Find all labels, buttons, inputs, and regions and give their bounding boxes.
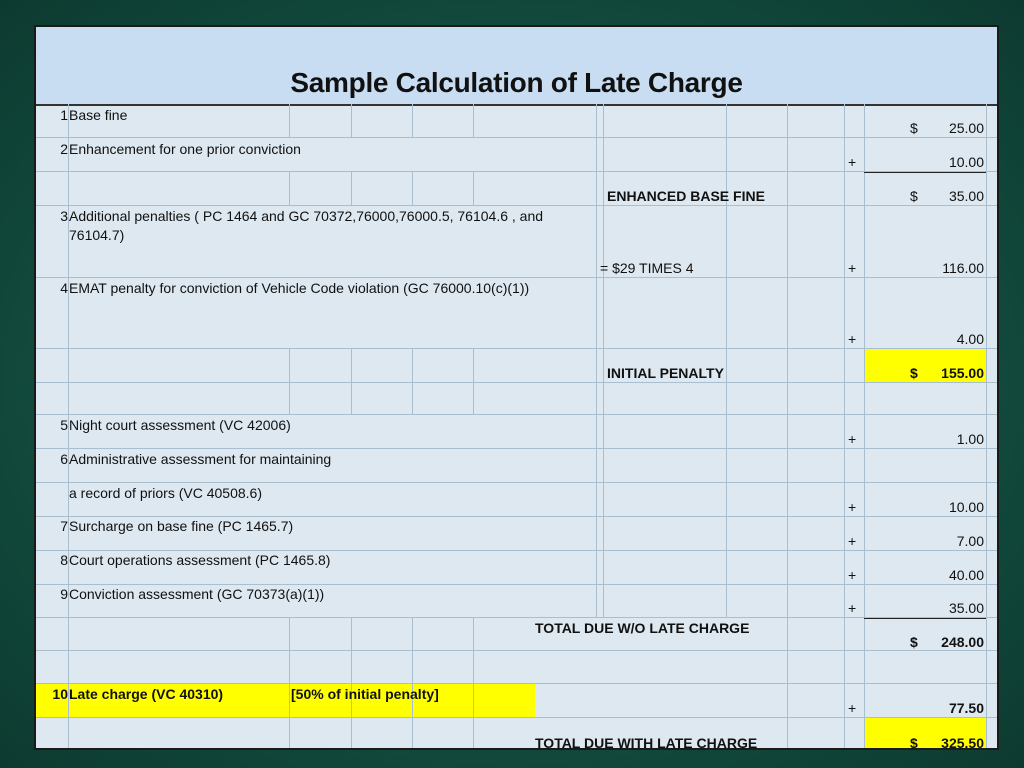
plus-sign: + bbox=[848, 499, 857, 515]
amount-emat: 4.00 bbox=[956, 331, 984, 347]
subtotal-underline bbox=[864, 618, 986, 619]
amount-conviction: 35.00 bbox=[948, 600, 984, 616]
grid-line bbox=[36, 482, 997, 483]
slide: Sample Calculation of Late Charge 1 Base bbox=[34, 25, 999, 750]
amount-initial-penalty: 155.00 bbox=[941, 365, 984, 381]
grid-line bbox=[289, 348, 290, 414]
row-number: 2 bbox=[60, 141, 68, 157]
grid-line bbox=[36, 550, 997, 551]
initial-penalty-label: INITIAL PENALTY bbox=[607, 365, 724, 381]
row-number: 9 bbox=[60, 586, 68, 602]
grid-line bbox=[412, 171, 413, 205]
amount-total-wo-late: 248.00 bbox=[941, 634, 984, 650]
enhanced-base-fine-label: ENHANCED BASE FINE bbox=[607, 188, 765, 204]
amount-surcharge: 7.00 bbox=[956, 533, 984, 549]
plus-sign: + bbox=[848, 431, 857, 447]
amount-additional-penalties: 116.00 bbox=[942, 260, 984, 276]
grid-line bbox=[36, 617, 997, 618]
plus-sign: + bbox=[848, 533, 857, 549]
grid-line bbox=[473, 171, 474, 205]
total-with-late-label: TOTAL DUE WITH LATE CHARGE bbox=[535, 735, 758, 750]
grid-line bbox=[36, 277, 997, 278]
grid-line bbox=[351, 617, 352, 748]
amount-enhancement: 10.00 bbox=[948, 154, 984, 170]
row-label: Conviction assessment (GC 70373(a)(1)) bbox=[69, 586, 325, 602]
grid-line bbox=[36, 414, 997, 415]
plus-sign: + bbox=[848, 600, 857, 616]
row-label: Night court assessment (VC 42006) bbox=[69, 417, 291, 433]
row-label: Court operations assessment (PC 1465.8) bbox=[69, 552, 331, 568]
grid-line bbox=[473, 617, 474, 748]
grid-line bbox=[36, 137, 997, 138]
grid-line bbox=[351, 171, 352, 205]
grid-line bbox=[473, 104, 474, 138]
amount-admin-assessment: 10.00 bbox=[948, 499, 984, 515]
grid-line bbox=[36, 683, 997, 684]
grid-line bbox=[412, 104, 413, 138]
grid-line bbox=[986, 104, 987, 748]
row-label: Administrative assessment for maintainin… bbox=[69, 451, 332, 467]
row-label: Enhancement for one prior conviction bbox=[69, 141, 301, 157]
row-number: 4 bbox=[60, 280, 68, 296]
grid-line bbox=[36, 171, 997, 172]
row-number: 5 bbox=[60, 417, 68, 433]
plus-sign: + bbox=[848, 567, 857, 583]
grid-line bbox=[36, 516, 997, 517]
grid-line bbox=[412, 348, 413, 414]
grid-line bbox=[603, 104, 604, 617]
amount-total-with-late: 325.50 bbox=[941, 735, 984, 750]
row-label: Base fine bbox=[69, 107, 128, 123]
plus-sign: + bbox=[848, 700, 857, 716]
grid-line bbox=[36, 650, 997, 651]
row-label: Surcharge on base fine (PC 1465.7) bbox=[69, 518, 294, 534]
grid-line bbox=[36, 205, 997, 206]
grid-line bbox=[596, 104, 597, 617]
row-label-continued: a record of priors (VC 40508.6) bbox=[69, 485, 262, 501]
grid-line bbox=[351, 104, 352, 138]
plus-sign: + bbox=[848, 260, 857, 276]
amount-court-ops: 40.00 bbox=[948, 567, 984, 583]
grid-line bbox=[844, 104, 845, 748]
grid-line bbox=[351, 348, 352, 414]
amount-late-charge: 77.50 bbox=[948, 700, 984, 716]
grid-line bbox=[412, 617, 413, 748]
row-number: 7 bbox=[60, 518, 68, 534]
late-charge-note: [50% of initial penalty] bbox=[291, 686, 439, 702]
row-number: 10 bbox=[52, 686, 68, 702]
row-number: 3 bbox=[60, 208, 68, 224]
plus-sign: + bbox=[848, 331, 857, 347]
grid-line bbox=[864, 104, 865, 748]
times-label: = $29 TIMES 4 bbox=[600, 260, 694, 276]
grid-line bbox=[289, 617, 290, 748]
grid-line bbox=[36, 717, 997, 718]
grid-line bbox=[36, 584, 997, 585]
amount-enhanced-base-fine: 35.00 bbox=[948, 188, 984, 204]
title-band: Sample Calculation of Late Charge bbox=[36, 27, 997, 106]
row-number: 6 bbox=[60, 451, 68, 467]
grid-line bbox=[289, 171, 290, 205]
amount-night-court: 1.00 bbox=[956, 431, 984, 447]
row-number: 1 bbox=[60, 107, 68, 123]
row-label: EMAT penalty for conviction of Vehicle C… bbox=[69, 280, 530, 296]
row-number: 8 bbox=[60, 552, 68, 568]
subtotal-underline bbox=[864, 172, 986, 173]
plus-sign: + bbox=[848, 154, 857, 170]
row-label: Late charge (VC 40310) bbox=[69, 686, 224, 702]
page-title: Sample Calculation of Late Charge bbox=[290, 67, 743, 98]
grid-line bbox=[36, 382, 997, 383]
row-label: Additional penalties ( PC 1464 and GC 70… bbox=[69, 208, 544, 224]
grid-line bbox=[787, 104, 788, 748]
grid-line bbox=[36, 448, 997, 449]
amount-base-fine: 25.00 bbox=[948, 120, 984, 136]
grid-line bbox=[473, 348, 474, 414]
grid-line bbox=[289, 104, 290, 138]
grid-line bbox=[36, 348, 997, 349]
total-wo-late-label: TOTAL DUE W/O LATE CHARGE bbox=[535, 620, 750, 636]
row-label-continued: 76104.7) bbox=[69, 227, 125, 243]
grid-line bbox=[726, 104, 727, 617]
